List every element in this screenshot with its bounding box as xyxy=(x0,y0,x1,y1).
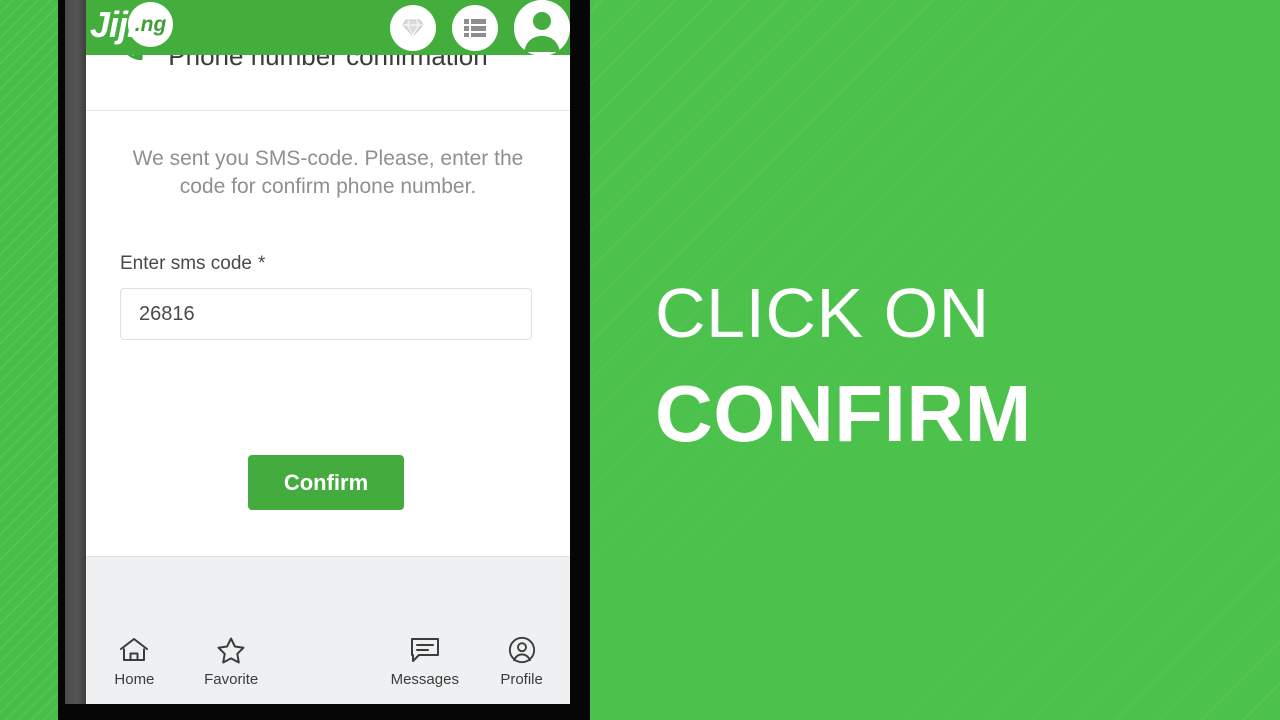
diamond-icon-glyph xyxy=(402,19,424,37)
instruction-line-2: CONFIRM xyxy=(655,369,1032,458)
nav-item-favorite[interactable]: Favorite xyxy=(183,636,280,688)
sms-code-input[interactable] xyxy=(120,288,532,340)
logo-badge: .ng xyxy=(128,2,174,47)
instruction-line-1: CLICK ON xyxy=(655,274,990,352)
bottom-nav-items: Home Favorite Messages Profile xyxy=(86,636,570,688)
list-icon-glyph xyxy=(464,18,486,37)
phone-screen: Phone number confirmation Jiji .ng We se… xyxy=(86,0,570,704)
jiji-logo[interactable]: Jiji .ng xyxy=(90,2,174,47)
nav-item-messages[interactable]: Messages xyxy=(376,636,473,688)
home-icon xyxy=(120,638,149,661)
avatar-icon[interactable] xyxy=(514,0,570,56)
profile-icon xyxy=(508,636,535,664)
title-divider xyxy=(86,110,570,111)
intro-text: We sent you SMS-code. Please, enter the … xyxy=(132,147,524,198)
instruction-text: CLICK ON CONFIRM xyxy=(655,278,1255,454)
nav-label-home: Home xyxy=(114,671,155,688)
nav-label-messages: Messages xyxy=(390,671,459,688)
confirm-button[interactable]: Confirm xyxy=(248,455,404,510)
header-icon-group xyxy=(390,0,570,56)
list-icon[interactable] xyxy=(452,4,498,51)
avatar-icon-glyph xyxy=(514,0,570,56)
phone-bottom-bar xyxy=(58,704,590,720)
sms-code-label-text: Enter sms code xyxy=(120,253,252,274)
app-header: Jiji .ng xyxy=(86,0,570,56)
required-marker: * xyxy=(258,253,266,274)
diamond-icon[interactable] xyxy=(390,4,436,51)
confirmation-card: We sent you SMS-code. Please, enter the … xyxy=(86,111,570,556)
star-icon xyxy=(217,637,245,664)
message-icon xyxy=(410,638,439,662)
nav-label-profile: Profile xyxy=(500,671,543,688)
screenshot-stage: CLICK ON CONFIRM Phone number confirmati… xyxy=(0,0,1280,720)
nav-item-profile[interactable]: Profile xyxy=(473,636,570,688)
logo-badge-text: .ng xyxy=(134,13,167,36)
sms-code-label: Enter sms code * xyxy=(120,253,265,275)
nav-item-home[interactable]: Home xyxy=(86,636,183,688)
phone-bezel xyxy=(65,0,86,712)
nav-label-favorite: Favorite xyxy=(204,671,259,688)
bottom-navigation: Home Favorite Messages Profile xyxy=(86,556,570,704)
left-green-background xyxy=(0,0,58,720)
